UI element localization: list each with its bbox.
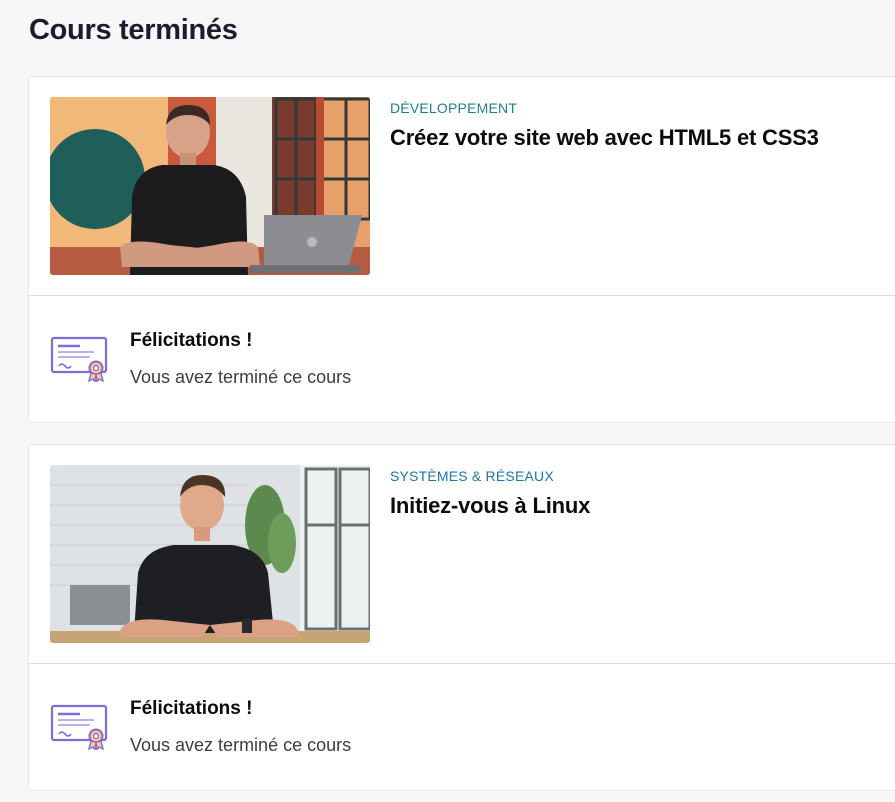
course-card-header[interactable]: SYSTÈMES & RÉSEAUX Initiez-vous à Linux — [29, 445, 895, 664]
course-category: SYSTÈMES & RÉSEAUX — [390, 468, 554, 484]
course-category: DÉVELOPPEMENT — [390, 100, 518, 116]
congrats-heading: Félicitations ! — [130, 330, 253, 351]
course-completion: Félicitations ! Vous avez terminé ce cou… — [29, 664, 895, 790]
course-card-header[interactable]: DÉVELOPPEMENT Créez votre site web avec … — [29, 77, 895, 296]
course-thumbnail-image — [50, 97, 370, 275]
course-card[interactable]: SYSTÈMES & RÉSEAUX Initiez-vous à Linux … — [28, 444, 895, 791]
course-thumbnail-image — [50, 465, 370, 643]
course-card[interactable]: DÉVELOPPEMENT Créez votre site web avec … — [28, 76, 895, 423]
course-thumbnail[interactable] — [50, 465, 370, 643]
certificate-icon — [50, 704, 108, 755]
course-thumbnail[interactable] — [50, 97, 370, 275]
page-title: Cours terminés — [29, 14, 238, 46]
completion-status: Vous avez terminé ce cours — [130, 735, 352, 755]
course-completion: Félicitations ! Vous avez terminé ce cou… — [29, 296, 895, 422]
course-title-link[interactable]: Créez votre site web avec HTML5 et CSS3 — [390, 125, 819, 151]
certificate-icon — [50, 336, 108, 387]
course-title-link[interactable]: Initiez-vous à Linux — [390, 493, 590, 519]
completion-status: Vous avez terminé ce cours — [130, 367, 352, 387]
congrats-heading: Félicitations ! — [130, 698, 253, 719]
